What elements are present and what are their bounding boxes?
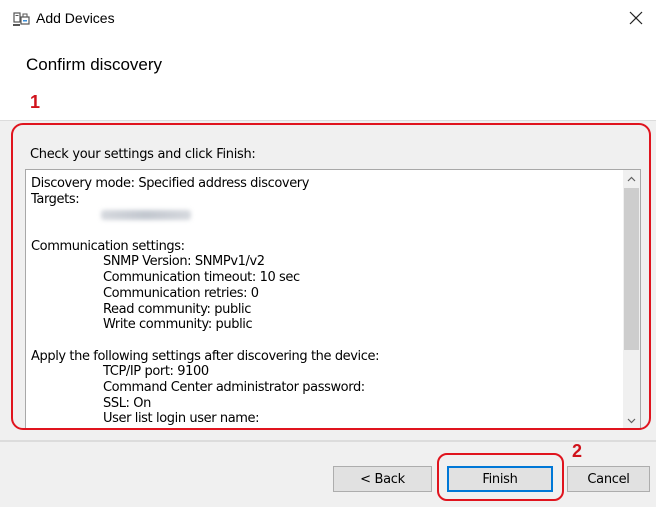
window-title: Add Devices — [36, 10, 115, 26]
devices-icon — [13, 12, 30, 26]
highlight-frame-2 — [437, 453, 564, 501]
highlight-frame-1 — [11, 123, 651, 430]
back-button[interactable]: < Back — [333, 466, 432, 492]
callout-2: 2 — [572, 441, 583, 461]
close-icon — [629, 11, 643, 25]
page-title: Confirm discovery — [26, 55, 163, 74]
close-button[interactable] — [616, 0, 656, 36]
title-bar: Add Devices — [0, 0, 656, 36]
callout-1: 1 — [30, 92, 41, 112]
wizard-header — [0, 36, 656, 120]
cancel-button[interactable]: Cancel — [567, 466, 650, 492]
